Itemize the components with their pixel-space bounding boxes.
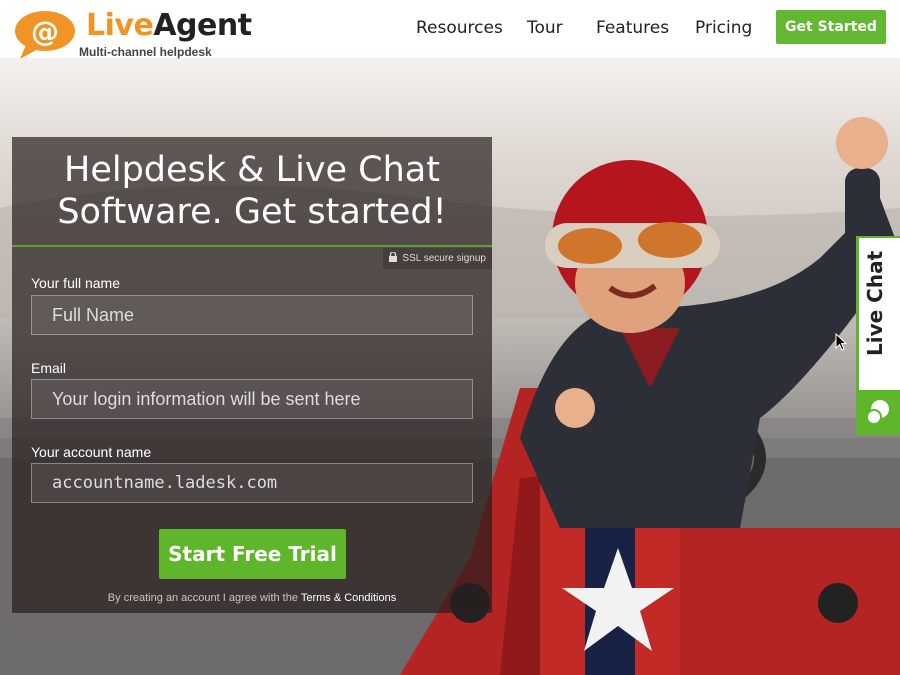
lock-icon [389, 252, 398, 262]
title-divider [12, 245, 492, 247]
live-chat-tab-upper[interactable]: Live Chat [856, 236, 900, 390]
account-name-label: Your account name [31, 444, 152, 460]
start-free-trial-button[interactable]: Start Free Trial [159, 529, 346, 579]
signup-form: Helpdesk & Live Chat Software. Get start… [12, 137, 492, 613]
terms-link[interactable]: Terms & Conditions [301, 592, 396, 604]
logo-icon[interactable]: @ [12, 9, 76, 61]
chat-bubbles-icon [866, 400, 889, 425]
get-started-button[interactable]: Get Started [776, 10, 886, 44]
email-label: Email [31, 360, 67, 376]
nav-features[interactable]: Features [596, 18, 669, 38]
account-name-input[interactable]: accountname.ladesk.com [31, 463, 473, 503]
site-header: @ LiveAgent Multi-channel helpdesk Resou… [0, 0, 900, 61]
nav-tour[interactable]: Tour [527, 18, 563, 38]
live-chat-tab[interactable]: Live Chat [856, 236, 900, 435]
mouse-cursor-icon [835, 333, 847, 351]
svg-text:@: @ [31, 15, 59, 48]
ssl-badge: SSL secure signup [383, 248, 492, 269]
live-chat-tab-lower[interactable] [856, 390, 900, 435]
form-title: Helpdesk & Live Chat Software. Get start… [57, 150, 447, 232]
nav-pricing[interactable]: Pricing [695, 18, 752, 38]
brand-name[interactable]: LiveAgent [86, 9, 252, 43]
brand-tagline: Multi-channel helpdesk [79, 45, 212, 59]
full-name-input[interactable]: Full Name [31, 295, 473, 335]
terms-notice: By creating an account I agree with the … [107, 592, 397, 604]
full-name-label: Your full name [31, 275, 120, 291]
live-chat-label: Live Chat [863, 250, 887, 356]
nav-resources[interactable]: Resources [416, 18, 503, 38]
email-input[interactable]: Your login information will be sent here [31, 379, 473, 419]
